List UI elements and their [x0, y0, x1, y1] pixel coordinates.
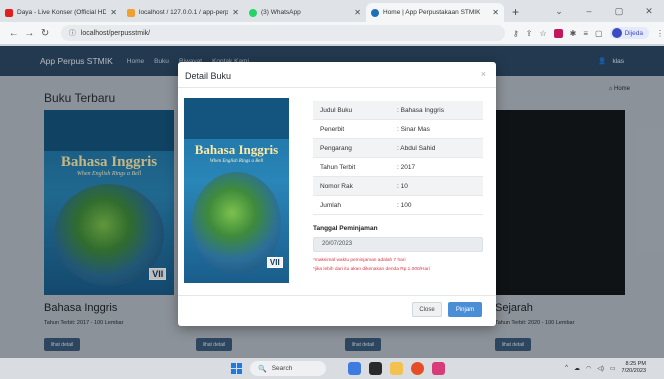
detail-value: : 10	[397, 182, 408, 190]
detail-value: : 100	[397, 201, 412, 209]
note-fine: *jika lebih dari itu akan dikenakan dend…	[313, 267, 430, 272]
modal-book-cover: Bahasa Inggris When English Rings a Bell…	[184, 98, 289, 283]
detail-label: Penerbit	[320, 125, 345, 133]
clock-time: 8:25 PM	[625, 361, 646, 367]
detail-value: : 2017	[397, 163, 416, 171]
sidebar-icon[interactable]: ▢	[595, 29, 603, 38]
extension-icon[interactable]	[553, 28, 563, 38]
close-tab-icon[interactable]: ✕	[488, 8, 499, 17]
window-controls: ⌄ – ▢ ✕	[544, 0, 664, 22]
star-icon[interactable]: ☆	[539, 29, 546, 38]
profile-name: Dijeda	[624, 29, 643, 37]
close-icon[interactable]: ×	[481, 69, 486, 79]
detail-value: : Sinar Mas	[397, 125, 430, 133]
close-tab-icon[interactable]: ✕	[106, 8, 117, 17]
detail-label: Pengarang	[320, 144, 352, 152]
file-explorer-icon[interactable]	[390, 362, 403, 375]
volume-icon[interactable]: ◁)	[597, 365, 604, 372]
tanggal-label: Tanggal Peminjaman	[313, 225, 378, 232]
taskbar-apps	[348, 362, 445, 375]
detail-label: Tahun Terbit	[320, 163, 356, 171]
detail-value: : Bahasa Inggris	[397, 106, 444, 114]
note-max-days: *maksimal waktu peminjaman adalah 7 hari	[313, 258, 406, 263]
taskbar-search[interactable]: 🔍 Search	[250, 361, 326, 376]
browser-tab-strip: Daya - Live Konser (Official HD) ✕ local…	[0, 0, 664, 22]
cover-title: Bahasa Inggris	[194, 142, 279, 158]
chevron-up-icon[interactable]: ^	[565, 365, 568, 371]
divider	[178, 295, 496, 296]
puzzle-icon[interactable]: ✱	[570, 29, 577, 38]
detail-label: Jumlah	[320, 201, 341, 209]
clock[interactable]: 8:25 PM 7/20/2023	[622, 361, 646, 375]
whatsapp-icon	[249, 8, 257, 17]
tab-title: localhost / 127.0.0.1 / app-perpu	[139, 9, 229, 16]
wifi-icon[interactable]: ◠	[586, 365, 591, 372]
detail-row: Penerbit : Sinar Mas	[313, 120, 483, 139]
taskbar: 🔍 Search ^ ☁ ◠ ◁) ▭ 8:25 PM 7/20/2023	[0, 358, 664, 379]
profile-button[interactable]: Dijeda	[609, 27, 649, 39]
key-icon[interactable]: ⚷	[513, 29, 519, 38]
divider	[178, 87, 496, 88]
pinjam-button[interactable]: Pinjam	[448, 302, 482, 317]
book-detail-table: Judul Buku : Bahasa Inggris Penerbit : Sin…	[313, 101, 483, 215]
detail-modal: Detail Buku × Bahasa Inggris When Englis…	[178, 62, 496, 326]
youtube-icon	[5, 8, 13, 17]
detail-row: Nomor Rak : 10	[313, 177, 483, 196]
detail-row: Tahun Terbit : 2017	[313, 158, 483, 177]
url-field[interactable]: ⓘ localhost/perpusstmik/	[60, 25, 505, 41]
tab-search-icon[interactable]: ⌄	[544, 6, 574, 17]
windows-start-icon[interactable]	[231, 363, 242, 374]
close-tab-icon[interactable]: ✕	[228, 8, 239, 17]
close-button[interactable]: Close	[412, 302, 442, 317]
share-icon[interactable]: ⇪	[526, 29, 533, 38]
clock-date: 7/20/2023	[621, 368, 646, 374]
detail-row: Pengarang : Abdul Sahid	[313, 139, 483, 158]
back-icon[interactable]: ←	[6, 28, 22, 39]
site-icon	[371, 8, 379, 17]
battery-icon[interactable]: ▭	[610, 365, 616, 372]
tab-title: Home | App Perpustakaan STMIK	[383, 9, 481, 16]
modal-title: Detail Buku	[185, 71, 232, 81]
media-app-icon[interactable]	[348, 362, 361, 375]
detail-label: Nomor Rak	[320, 182, 353, 190]
search-icon: 🔍	[258, 365, 267, 373]
close-tab-icon[interactable]: ✕	[350, 8, 361, 17]
detail-value: : Abdul Sahid	[397, 144, 436, 152]
browser-tab-whatsapp[interactable]: (3) WhatsApp ✕	[244, 3, 366, 22]
detail-label: Judul Buku	[320, 106, 353, 114]
reading-list-icon[interactable]: ≡	[583, 29, 588, 38]
url-text: localhost/perpusstmik/	[80, 29, 151, 37]
app-icon[interactable]	[369, 362, 382, 375]
close-window-icon[interactable]: ✕	[634, 6, 664, 17]
reload-icon[interactable]: ↻	[37, 28, 53, 39]
menu-icon[interactable]: ⋮	[656, 29, 664, 38]
site-info-icon[interactable]: ⓘ	[69, 28, 76, 38]
detail-row: Judul Buku : Bahasa Inggris	[313, 101, 483, 120]
address-bar: ← → ↻ ⓘ localhost/perpusstmik/ ⚷ ⇪ ☆ ✱ ≡…	[0, 22, 664, 45]
browser-tab-youtube[interactable]: Daya - Live Konser (Official HD) ✕	[0, 3, 122, 22]
cover-subtitle: When English Rings a Bell	[209, 159, 264, 165]
forward-icon[interactable]: →	[22, 28, 38, 39]
onedrive-icon[interactable]: ☁	[574, 365, 580, 372]
detail-row: Jumlah : 100	[313, 196, 483, 215]
photos-icon[interactable]	[432, 362, 445, 375]
tab-title: (3) WhatsApp	[261, 9, 301, 16]
browser-extensions: ⚷ ⇪ ☆ ✱ ≡ ▢ Dijeda ⋮	[513, 27, 664, 39]
avatar	[611, 28, 622, 38]
system-tray: ^ ☁ ◠ ◁) ▭ 8:25 PM 7/20/2023	[565, 361, 646, 375]
search-placeholder: Search	[271, 365, 293, 372]
phpmyadmin-icon	[127, 8, 135, 17]
minimize-icon[interactable]: –	[574, 6, 604, 16]
browser-tab-home[interactable]: Home | App Perpustakaan STMIK ✕	[366, 3, 504, 22]
tab-title: Daya - Live Konser (Official HD)	[17, 9, 107, 16]
new-tab-button[interactable]: +	[504, 3, 527, 22]
tanggal-field: 20/07/2023	[313, 237, 483, 252]
cover-grade: VII	[266, 257, 283, 269]
maximize-icon[interactable]: ▢	[604, 6, 634, 17]
browser-tab-phpmyadmin[interactable]: localhost / 127.0.0.1 / app-perpu ✕	[122, 3, 244, 22]
chrome-icon[interactable]	[411, 362, 424, 375]
